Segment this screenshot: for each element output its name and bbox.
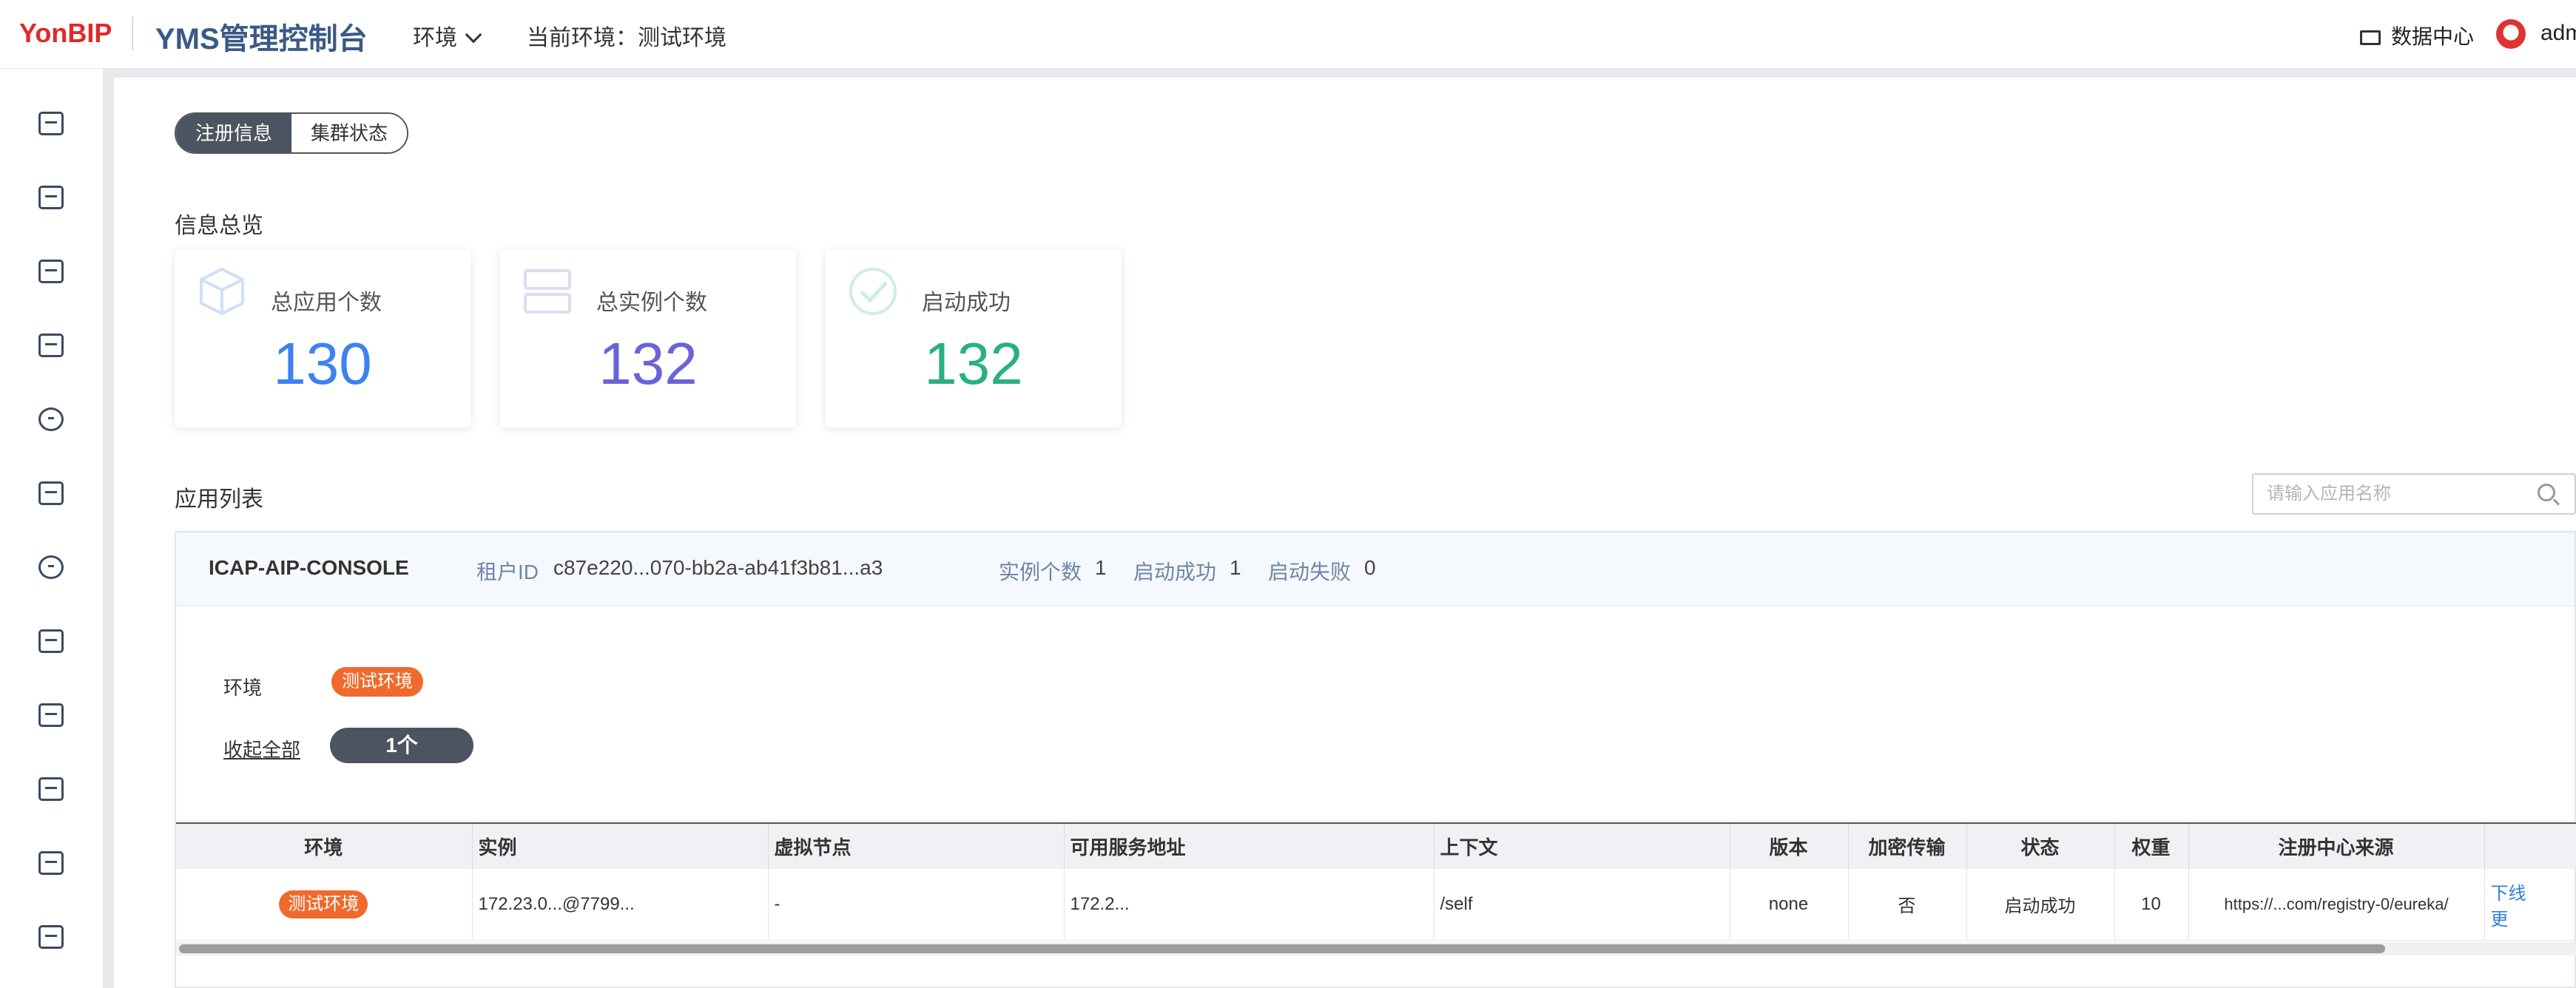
fail-label: 启动失败 — [1268, 561, 1352, 583]
cell-instance: 172.23.0...@7799... — [472, 869, 769, 941]
sidebar-gutter — [104, 69, 114, 988]
user-name[interactable]: adm — [2540, 21, 2576, 46]
table-header-row: 环境 实例 虚拟节点 可用服务地址 上下文 版本 加密传输 状态 权重 注册中心… — [176, 822, 2576, 869]
overview-title: 信息总览 — [175, 214, 263, 238]
table-row: 测试环境 172.23.0...@7799... - 172.2... /sel… — [176, 869, 2576, 941]
cell-version: none — [1730, 869, 1849, 941]
stat-label: 总实例个数 — [596, 291, 707, 315]
view-tabs: 注册信息 集群状态 — [175, 112, 409, 154]
data-center-link[interactable]: 数据中心 — [2360, 21, 2474, 50]
yonbip-logo[interactable]: YonBIP — [19, 18, 112, 49]
col-header-address: 可用服务地址 — [1064, 822, 1434, 869]
cell-vnode: - — [768, 869, 1065, 941]
search-input[interactable] — [2265, 479, 2532, 509]
app-panel-header: ICAP-AIP-CONSOLE 租户ID c87e220...070-bb2a… — [176, 532, 2575, 606]
app-search — [2252, 473, 2576, 515]
current-env-text: 当前环境：测试环境 — [527, 26, 726, 50]
cell-status: 启动成功 — [1966, 869, 2115, 941]
instances-label: 实例个数 — [999, 561, 1082, 583]
app-name: ICAP-AIP-CONSOLE — [209, 556, 409, 579]
success-label: 启动成功 — [1133, 561, 1217, 583]
monitor-icon[interactable] — [38, 112, 64, 135]
app-title: YMS管理控制台 — [155, 23, 368, 55]
env-tag[interactable]: 测试环境 — [331, 667, 423, 697]
tenant-value: c87e220...070-bb2a-ab41f3b81...a3 — [553, 556, 883, 579]
cell-address: 172.2... — [1064, 869, 1434, 941]
stat-card-instances: 总实例个数 132 — [500, 250, 796, 427]
col-header-registry: 注册中心来源 — [2188, 822, 2485, 869]
env-dropdown-label: 环境 — [413, 26, 457, 50]
col-header-version: 版本 — [1730, 822, 1849, 869]
chip-settings-icon[interactable] — [38, 186, 64, 209]
collapse-all-link[interactable]: 收起全部 — [223, 735, 300, 762]
fail-value: 0 — [1364, 556, 1376, 579]
cell-registry: https://...com/registry-0/eureka/ — [2188, 869, 2485, 941]
list-icon[interactable] — [38, 481, 64, 505]
sliders-icon[interactable] — [38, 777, 64, 801]
stat-value: 132 — [599, 331, 698, 396]
layers-icon[interactable] — [38, 334, 64, 357]
stat-card-apps: 总应用个数 130 — [175, 250, 471, 427]
app-list-title: 应用列表 — [175, 487, 263, 512]
cell-actions: 下线更 — [2484, 869, 2576, 941]
top-header: YonBIP YMS管理控制台 环境 当前环境：测试环境 数据中心 adm — [0, 0, 2576, 69]
server-stack-icon — [524, 269, 571, 314]
monitor-icon — [2360, 30, 2381, 45]
col-header-env: 环境 — [176, 822, 473, 869]
col-header-context: 上下文 — [1434, 822, 1730, 869]
col-header-weight: 权重 — [2114, 822, 2189, 869]
col-header-actions — [2484, 822, 2576, 869]
cluster-icon[interactable] — [38, 555, 64, 579]
check-circle-icon — [849, 268, 897, 315]
env-dropdown[interactable]: 环境 — [413, 19, 482, 52]
tab-registration[interactable]: 注册信息 — [176, 114, 292, 152]
col-header-status: 状态 — [1966, 822, 2115, 869]
sidebar — [0, 69, 104, 988]
col-header-instance: 实例 — [472, 822, 769, 869]
col-header-encrypted: 加密传输 — [1848, 822, 1967, 869]
success-value: 1 — [1230, 556, 1241, 579]
logo-divider — [132, 16, 133, 50]
stat-label: 总应用个数 — [271, 291, 382, 315]
data-center-label: 数据中心 — [2391, 25, 2475, 48]
instance-table: 环境 实例 虚拟节点 可用服务地址 上下文 版本 加密传输 状态 权重 注册中心… — [176, 822, 2576, 941]
stat-value: 130 — [273, 331, 372, 396]
app-panel: ICAP-AIP-CONSOLE 租户ID c87e220...070-bb2a… — [175, 531, 2576, 988]
col-header-vnode: 虚拟节点 — [768, 822, 1065, 869]
search-icon[interactable] — [2538, 484, 2555, 501]
chevron-down-icon — [465, 26, 482, 44]
cell-context: /self — [1434, 869, 1730, 941]
scrollbar-thumb[interactable] — [179, 944, 2385, 953]
tenant-label: 租户ID — [476, 561, 539, 583]
horizontal-scrollbar[interactable] — [176, 942, 2576, 955]
chart-icon[interactable] — [38, 925, 64, 949]
cell-weight: 10 — [2114, 869, 2189, 941]
env-filter-label: 环境 — [223, 677, 263, 699]
leaf-icon[interactable] — [38, 407, 64, 431]
cube-icon — [200, 267, 244, 316]
search-list-icon[interactable] — [38, 629, 64, 653]
offline-link[interactable]: 下线 — [2491, 884, 2526, 904]
stat-label: 启动成功 — [922, 291, 1011, 315]
cell-env: 测试环境 — [176, 869, 473, 941]
stat-card-success: 启动成功 132 — [826, 250, 1122, 427]
tab-cluster-status[interactable]: 集群状态 — [291, 114, 408, 152]
instances-value: 1 — [1095, 556, 1107, 579]
avatar[interactable] — [2496, 19, 2526, 49]
content-top-strip — [114, 69, 2576, 78]
stat-value: 132 — [924, 331, 1023, 396]
document-icon[interactable] — [38, 851, 64, 875]
env-tag: 测试环境 — [279, 890, 368, 918]
more-link[interactable]: 更 — [2491, 910, 2509, 930]
instance-count-pill[interactable]: 1个 — [330, 728, 473, 763]
server-icon[interactable] — [38, 260, 64, 283]
table-icon[interactable] — [38, 703, 64, 727]
cell-encrypted: 否 — [1848, 869, 1967, 941]
